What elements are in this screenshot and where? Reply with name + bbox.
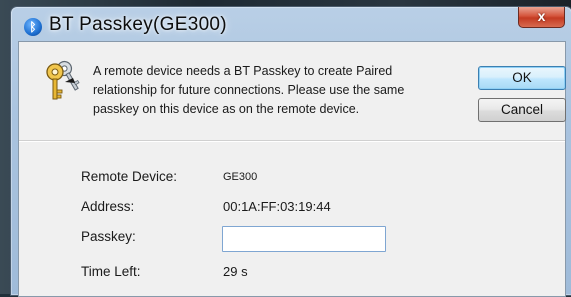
title-bar[interactable]: ᛒ BT Passkey(GE300) x [11,7,571,41]
passkey-label: Passkey: [81,229,136,244]
remote-device-value: GE300 [223,171,258,183]
keys-icon [46,60,80,100]
passkey-input[interactable] [222,226,386,252]
address-label: Address: [81,199,135,214]
time-left-label: Time Left: [81,264,141,279]
ok-button[interactable]: OK [478,66,566,90]
address-value: 00:1A:FF:03:19:44 [223,199,331,214]
divider [19,140,565,142]
close-button[interactable]: x [518,7,565,28]
bt-passkey-dialog: ᛒ BT Passkey(GE300) x A remote device ne… [10,6,571,297]
cancel-button[interactable]: Cancel [478,98,566,122]
passkey-instructions: A remote device needs a BT Passkey to cr… [93,64,405,116]
dialog-body: A remote device needs a BT Passkey to cr… [18,41,566,297]
bluetooth-icon: ᛒ [24,18,42,36]
time-left-value: 29 s [223,264,248,279]
remote-device-label: Remote Device: [81,169,178,184]
window-title: BT Passkey(GE300) [49,14,227,35]
